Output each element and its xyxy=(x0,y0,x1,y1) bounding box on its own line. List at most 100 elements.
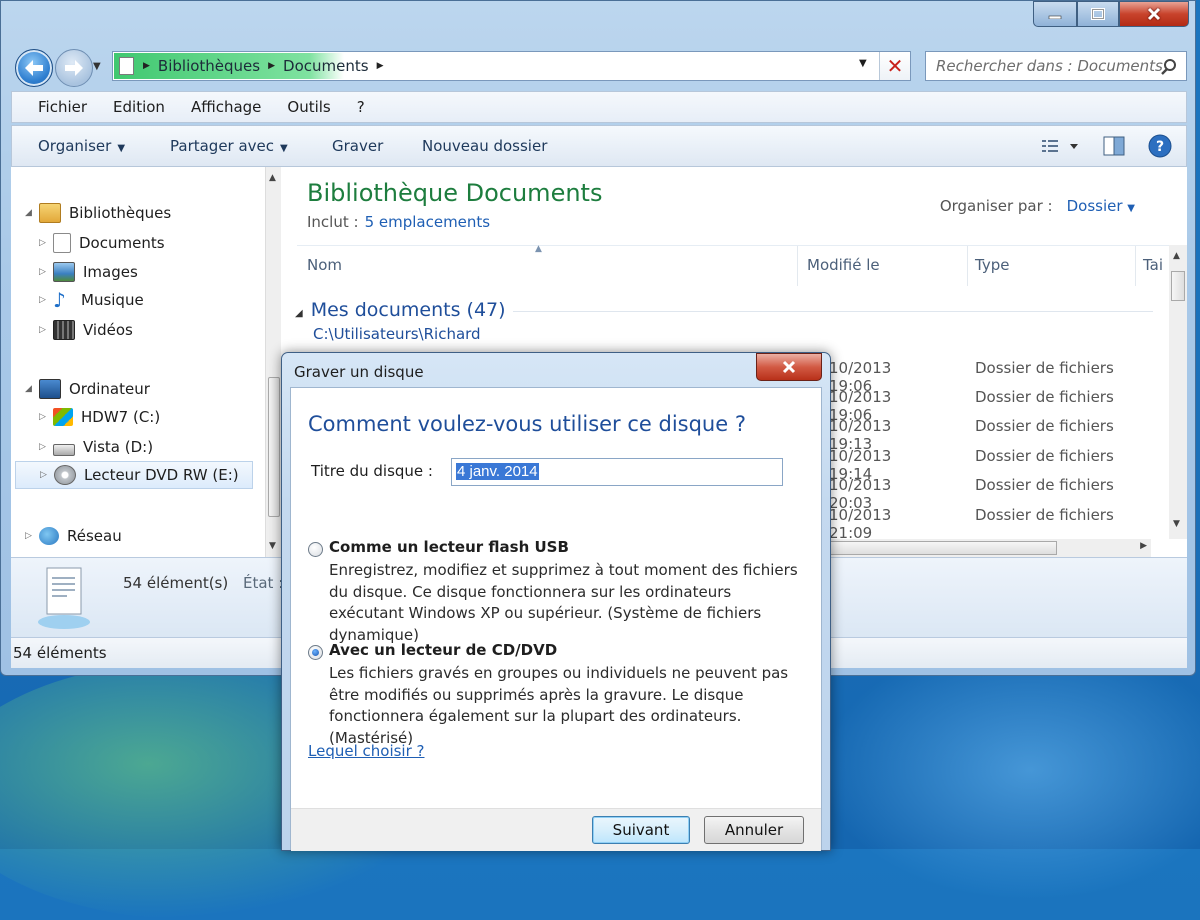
scroll-right-icon[interactable]: ▶ xyxy=(1140,541,1147,551)
usb-flash-option-title[interactable]: Comme un lecteur flash USB xyxy=(329,538,569,556)
collapsed-triangle-icon[interactable]: ▷ xyxy=(39,325,53,335)
tree-item-videos[interactable]: ▷ Vidéos xyxy=(39,320,133,340)
tree-label: Lecteur DVD RW (E:) xyxy=(84,466,239,484)
tree-item-documents[interactable]: ▷ Documents xyxy=(39,233,165,253)
column-modified[interactable]: Modifié le xyxy=(807,256,880,274)
column-divider[interactable] xyxy=(1135,246,1136,286)
content-vscrollbar[interactable]: ▲ ▼ xyxy=(1169,245,1187,539)
maximize-button[interactable] xyxy=(1077,1,1119,27)
scroll-down-icon[interactable]: ▼ xyxy=(1173,519,1180,529)
tree-item-libraries[interactable]: ◢ Bibliothèques xyxy=(25,203,171,223)
breadcrumb-documents[interactable]: Documents xyxy=(283,57,369,75)
menu-fichier[interactable]: Fichier xyxy=(38,98,87,116)
collapsed-triangle-icon[interactable]: ▷ xyxy=(39,238,53,248)
forward-button[interactable] xyxy=(55,49,93,87)
expanded-triangle-icon[interactable]: ◢ xyxy=(25,208,39,218)
dialog-question: Comment voulez-vous utiliser ce disque ? xyxy=(308,412,746,436)
menu-edition[interactable]: Edition xyxy=(113,98,165,116)
collapsed-triangle-icon[interactable]: ▷ xyxy=(40,470,54,480)
scroll-up-icon[interactable]: ▲ xyxy=(269,173,276,183)
breadcrumb-arrow-icon[interactable]: ▶ xyxy=(377,61,384,71)
chevron-down-icon: ▼ xyxy=(117,143,126,154)
tree-item-images[interactable]: ▷ Images xyxy=(39,262,138,282)
menu-outils[interactable]: Outils xyxy=(287,98,330,116)
cancel-button[interactable]: Annuler xyxy=(704,816,804,844)
arrange-by-dropdown[interactable]: Dossier ▼ xyxy=(1067,197,1135,215)
collapsed-triangle-icon[interactable]: ▷ xyxy=(39,295,53,305)
usb-flash-radio[interactable] xyxy=(308,542,323,557)
column-type[interactable]: Type xyxy=(975,256,1009,274)
library-title: Bibliothèque Documents xyxy=(307,179,603,207)
images-icon xyxy=(53,262,75,282)
breadcrumb-libraries[interactable]: Bibliothèques xyxy=(158,57,260,75)
column-size[interactable]: Tai xyxy=(1143,256,1163,274)
new-folder-button[interactable]: Nouveau dossier xyxy=(422,137,547,155)
graver-button[interactable]: Graver xyxy=(332,137,383,155)
cd-dvd-radio[interactable] xyxy=(308,645,323,660)
menu-affichage[interactable]: Affichage xyxy=(191,98,261,116)
tree-item-music[interactable]: ▷ ♪ Musique xyxy=(39,288,144,312)
collapsed-triangle-icon[interactable]: ▷ xyxy=(39,267,53,277)
disc-title-input[interactable]: 4 janv. 2014 xyxy=(451,458,783,486)
which-to-choose-link[interactable]: Lequel choisir ? xyxy=(308,742,425,760)
help-icon[interactable]: ? xyxy=(1148,134,1172,158)
collapsed-triangle-icon[interactable]: ▷ xyxy=(25,531,39,541)
cd-dvd-option-title[interactable]: Avec un lecteur de CD/DVD xyxy=(329,641,557,659)
group-collapse-icon[interactable]: ◢ xyxy=(295,308,303,319)
red-x-icon: ✕ xyxy=(886,54,904,78)
include-locations-link[interactable]: 5 emplacements xyxy=(365,213,491,231)
tree-item-drive-c[interactable]: ▷ HDW7 (C:) xyxy=(39,408,160,426)
nav-scroll-thumb[interactable] xyxy=(268,377,280,517)
group-header[interactable]: ◢ Mes documents (47) xyxy=(295,299,506,321)
column-divider[interactable] xyxy=(797,246,798,286)
item-count: 54 élément(s) xyxy=(123,574,229,592)
row-type: Dossier de fichiers xyxy=(975,359,1114,377)
organiser-label: Organiser xyxy=(38,137,112,155)
breadcrumb-arrow-icon[interactable]: ▶ xyxy=(268,61,275,71)
minimize-button[interactable] xyxy=(1033,1,1077,27)
tree-item-computer[interactable]: ◢ Ordinateur xyxy=(25,379,150,399)
tree-item-network[interactable]: ▷ Réseau xyxy=(25,527,122,545)
search-placeholder: Rechercher dans : Documents xyxy=(936,57,1163,75)
disc-title-label: Titre du disque : xyxy=(311,462,433,480)
next-button[interactable]: Suivant xyxy=(592,816,690,844)
arrange-by: Organiser par : Dossier ▼ xyxy=(940,197,1135,215)
close-icon xyxy=(782,360,796,374)
search-box[interactable]: Rechercher dans : Documents xyxy=(925,51,1187,81)
nav-scrollbar[interactable]: ▲ ▼ xyxy=(265,167,282,557)
menu-bar: Fichier Edition Affichage Outils ? xyxy=(11,91,1187,123)
row-type: Dossier de fichiers xyxy=(975,388,1114,406)
scroll-up-icon[interactable]: ▲ xyxy=(1173,251,1180,261)
documents-icon xyxy=(53,233,71,253)
tree-label: Réseau xyxy=(67,527,122,545)
partager-button[interactable]: Partager avec ▼ xyxy=(170,137,288,155)
scroll-down-icon[interactable]: ▼ xyxy=(269,541,276,551)
recent-pages-dropdown[interactable]: ▼ xyxy=(93,61,101,72)
group-path[interactable]: C:\Utilisateurs\Richard xyxy=(313,325,481,343)
tree-item-drive-d[interactable]: ▷ Vista (D:) xyxy=(39,438,153,456)
music-note-icon: ♪ xyxy=(53,288,66,312)
collapsed-triangle-icon[interactable]: ▷ xyxy=(39,442,53,452)
preview-pane-icon[interactable] xyxy=(1102,135,1126,157)
tree-label: Documents xyxy=(79,234,165,252)
collapsed-triangle-icon[interactable]: ▷ xyxy=(39,412,53,422)
change-view-icon[interactable] xyxy=(1040,135,1080,157)
expanded-triangle-icon[interactable]: ◢ xyxy=(25,384,39,394)
dialog-close-button[interactable] xyxy=(756,353,822,381)
organiser-button[interactable]: Organiser ▼ xyxy=(38,137,125,155)
include-info: Inclut : 5 emplacements xyxy=(307,213,490,231)
column-name[interactable]: Nom xyxy=(307,256,342,274)
breadcrumb-arrow-icon[interactable]: ▶ xyxy=(143,61,150,71)
usb-flash-option-desc: Enregistrez, modifiez et supprimez à tou… xyxy=(329,561,798,644)
stop-button[interactable]: ✕ xyxy=(879,52,910,80)
close-window-button[interactable] xyxy=(1119,1,1189,27)
vscroll-thumb[interactable] xyxy=(1171,271,1185,301)
search-icon[interactable] xyxy=(1160,58,1178,76)
back-button[interactable] xyxy=(15,49,53,87)
address-bar[interactable]: ▶ Bibliothèques ▶ Documents ▶ ▼ ✕ xyxy=(112,51,911,81)
tree-item-dvd-drive[interactable]: ▷ Lecteur DVD RW (E:) xyxy=(15,461,253,489)
column-divider[interactable] xyxy=(967,246,968,286)
title-bar[interactable] xyxy=(1,1,1195,41)
address-dropdown-icon[interactable]: ▼ xyxy=(859,58,867,69)
menu-help[interactable]: ? xyxy=(357,98,365,116)
